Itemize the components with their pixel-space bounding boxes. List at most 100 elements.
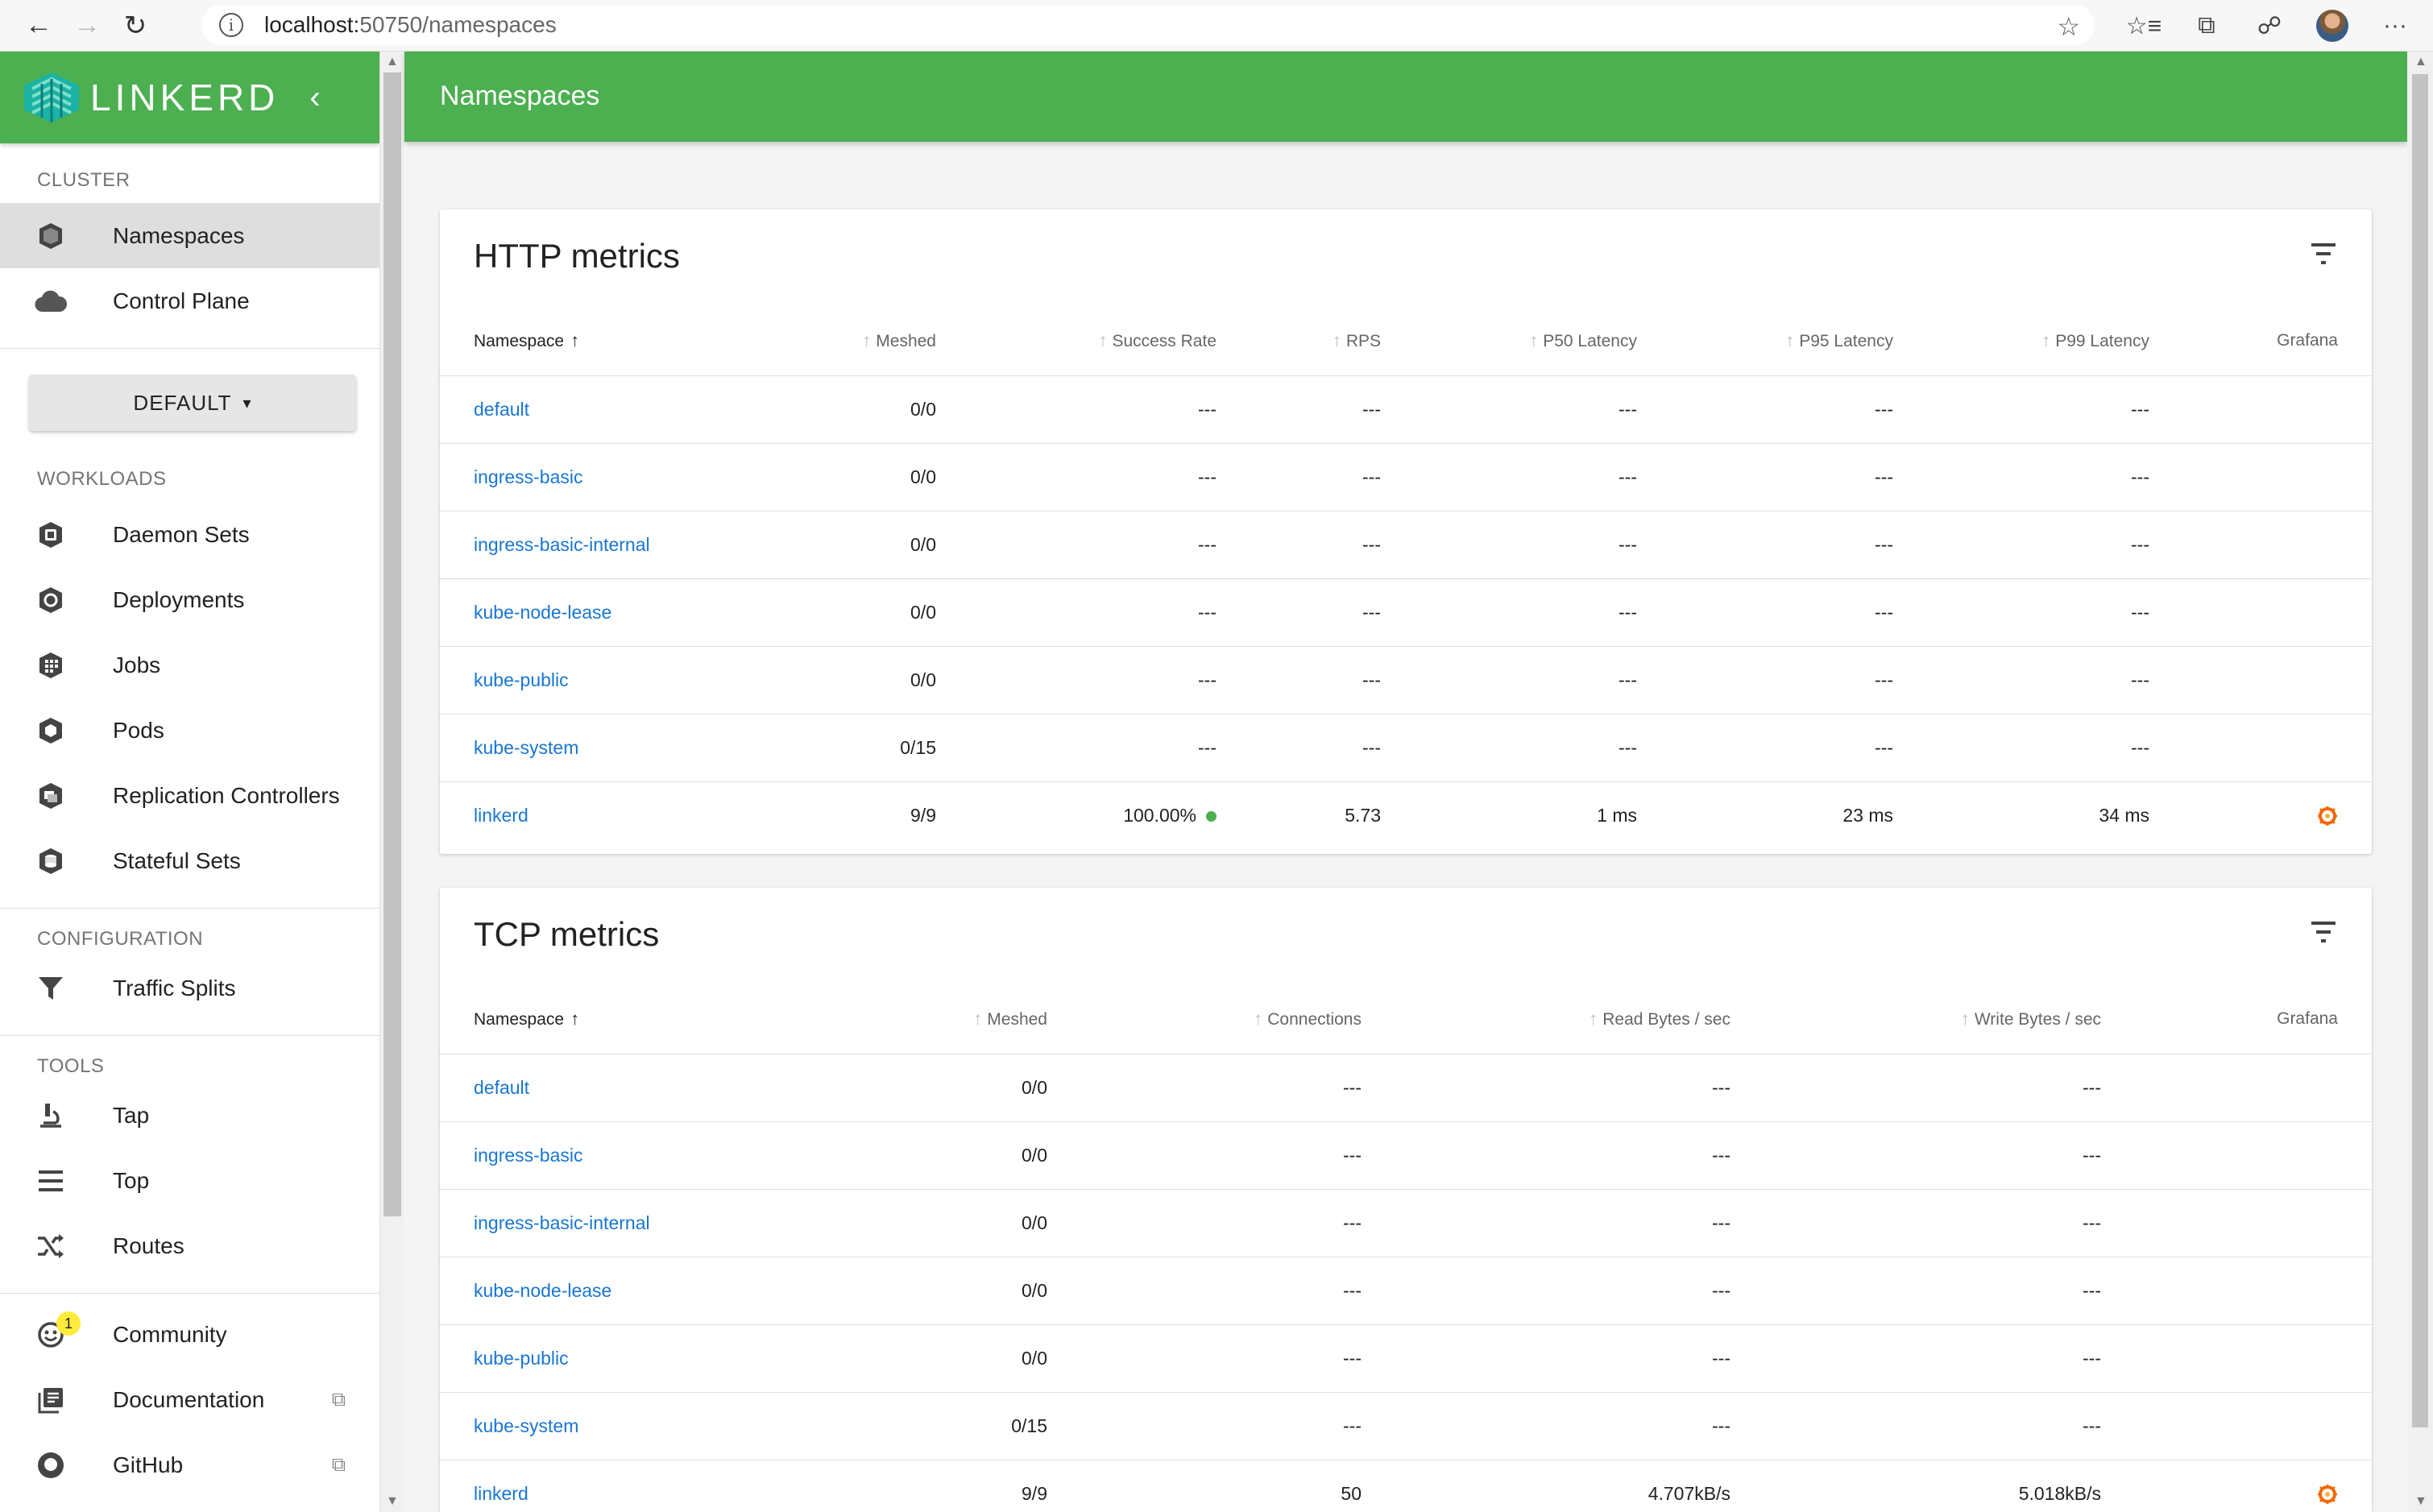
page-scroll-thumb[interactable] bbox=[2412, 74, 2428, 1427]
meshed-cell: 0/0 bbox=[746, 646, 970, 715]
namespace-link[interactable]: ingress-basic bbox=[440, 1121, 762, 1190]
sidebar-item-traffic-splits[interactable]: Traffic Splits bbox=[0, 955, 379, 1021]
p95-cell: --- bbox=[1671, 443, 1927, 512]
scroll-up-arrow-icon[interactable]: ▲ bbox=[2414, 55, 2427, 69]
sidebar-item-daemon-sets[interactable]: Daemon Sets bbox=[0, 502, 379, 567]
p50-cell: --- bbox=[1415, 511, 1671, 579]
favorites-icon[interactable]: ☆≡ bbox=[2112, 2, 2175, 50]
sidebar-item-tap[interactable]: Tap bbox=[0, 1083, 379, 1148]
column-header-read-bytes[interactable]: ↑ Read Bytes / sec bbox=[1395, 984, 1764, 1054]
brand-wordmark: LINKERD bbox=[90, 77, 280, 118]
p50-cell: 1 ms bbox=[1597, 804, 1637, 826]
feedback-icon[interactable]: ☍ bbox=[2238, 2, 2301, 50]
success-rate-cell: --- bbox=[970, 578, 1250, 647]
column-header-namespace[interactable]: Namespace ↑ bbox=[440, 984, 762, 1054]
namespace-link[interactable]: default bbox=[440, 1054, 762, 1122]
connections-cell: --- bbox=[1081, 1392, 1395, 1460]
tcp-metrics-table: Namespace ↑ ↑ Meshed ↑ Connections ↑ Read By… bbox=[440, 984, 2372, 1512]
sidebar-item-replication-controllers[interactable]: Replication Controllers bbox=[0, 763, 379, 828]
scroll-down-arrow-icon[interactable]: ▼ bbox=[386, 1494, 399, 1509]
column-header-meshed[interactable]: ↑ Meshed bbox=[746, 306, 970, 376]
filter-columns-icon[interactable] bbox=[2309, 242, 2338, 266]
connections-cell: --- bbox=[1081, 1324, 1395, 1393]
sidebar-item-namespaces[interactable]: Namespaces bbox=[0, 203, 379, 268]
sidebar-item-label: Routes bbox=[113, 1232, 184, 1258]
sidebar-item-label: Daemon Sets bbox=[113, 521, 250, 547]
namespace-link[interactable]: ingress-basic-internal bbox=[440, 1189, 762, 1257]
sidebar-item-pods[interactable]: Pods bbox=[0, 698, 379, 763]
p50-cell: --- bbox=[1415, 443, 1671, 512]
collapse-sidebar-icon[interactable]: ‹ bbox=[309, 80, 320, 116]
namespace-link[interactable]: kube-public bbox=[440, 646, 746, 715]
namespace-link[interactable]: kube-system bbox=[440, 1392, 762, 1460]
sidebar-item-documentation[interactable]: Documentation ⧉ bbox=[0, 1367, 379, 1432]
read-bytes-cell: --- bbox=[1395, 1392, 1764, 1460]
rps-cell: --- bbox=[1250, 511, 1415, 579]
sidebar-item-control-plane[interactable]: Control Plane bbox=[0, 268, 379, 333]
column-header-p50[interactable]: ↑ P50 Latency bbox=[1415, 306, 1671, 376]
namespace-selector-button[interactable]: DEFAULT ▾ bbox=[29, 375, 356, 431]
page-header: Namespaces bbox=[404, 52, 2407, 142]
table-row: ingress-basic-internal 0/0 --- --- --- bbox=[440, 1189, 2372, 1257]
more-menu-icon[interactable]: ··· bbox=[2364, 2, 2427, 50]
column-header-success-rate[interactable]: ↑ Success Rate bbox=[970, 306, 1250, 376]
column-header-rps[interactable]: ↑ RPS bbox=[1250, 306, 1415, 376]
cloud-icon bbox=[34, 284, 68, 318]
grafana-cell bbox=[2183, 578, 2372, 647]
sidebar-item-jobs[interactable]: Jobs bbox=[0, 632, 379, 698]
p99-cell: 34 ms bbox=[2099, 804, 2149, 826]
column-header-p99[interactable]: ↑ P99 Latency bbox=[1927, 306, 2183, 376]
write-bytes-cell: --- bbox=[1764, 1392, 2135, 1460]
p50-cell: --- bbox=[1415, 714, 1671, 782]
read-bytes-cell: 4.707kB/s bbox=[1395, 1460, 1764, 1512]
browser-toolbar: ← → ↻ i localhost: 50750/namespaces ☆ ☆≡ … bbox=[0, 0, 2433, 52]
column-header-meshed[interactable]: ↑ Meshed bbox=[762, 984, 1081, 1054]
list-lines-icon bbox=[34, 1164, 68, 1198]
read-bytes-cell: --- bbox=[1395, 1324, 1764, 1393]
grafana-icon[interactable] bbox=[2317, 1484, 2338, 1505]
p50-cell: --- bbox=[1415, 578, 1671, 647]
reload-icon[interactable]: ↻ bbox=[111, 2, 160, 50]
sort-ascending-icon: ↑ bbox=[570, 329, 580, 350]
forward-icon[interactable]: → bbox=[63, 2, 111, 50]
meshed-cell: 0/15 bbox=[746, 714, 970, 782]
scroll-up-arrow-icon[interactable]: ▲ bbox=[386, 55, 399, 69]
daemonset-icon bbox=[34, 518, 68, 552]
namespace-link[interactable]: kube-public bbox=[440, 1324, 762, 1393]
collections-icon[interactable]: ⧉ bbox=[2175, 2, 2238, 50]
profile-avatar[interactable] bbox=[2301, 2, 2364, 50]
namespace-link[interactable]: ingress-basic-internal bbox=[440, 511, 746, 579]
namespace-link[interactable]: linkerd bbox=[440, 1460, 762, 1512]
column-header-connections[interactable]: ↑ Connections bbox=[1081, 984, 1395, 1054]
grafana-icon[interactable] bbox=[2317, 806, 2338, 826]
site-info-icon[interactable]: i bbox=[219, 13, 243, 37]
favorite-star-icon[interactable]: ☆ bbox=[2057, 11, 2080, 42]
namespace-link[interactable]: kube-node-lease bbox=[440, 578, 746, 647]
sidebar-item-community[interactable]: 1 Community bbox=[0, 1302, 379, 1367]
filter-columns-icon[interactable] bbox=[2309, 920, 2338, 944]
namespace-link[interactable]: kube-system bbox=[440, 714, 746, 782]
caret-down-icon: ▾ bbox=[242, 394, 252, 412]
page-scrollbar[interactable]: ▲ ▼ bbox=[2407, 52, 2433, 1512]
column-header-write-bytes[interactable]: ↑ Write Bytes / sec bbox=[1764, 984, 2135, 1054]
sidebar-scrollbar[interactable]: ▲ ▼ bbox=[380, 52, 404, 1512]
column-header-namespace[interactable]: Namespace ↑ bbox=[440, 306, 746, 376]
sidebar-scroll-thumb[interactable] bbox=[383, 72, 401, 1216]
address-bar[interactable]: i localhost: 50750/namespaces ☆ bbox=[201, 5, 2095, 45]
sidebar-item-top[interactable]: Top bbox=[0, 1148, 379, 1213]
sidebar-item-label: Stateful Sets bbox=[113, 847, 241, 873]
sort-arrow-icon: ↑ bbox=[1785, 329, 1795, 350]
grafana-cell bbox=[2135, 1460, 2372, 1512]
sidebar-item-routes[interactable]: Routes bbox=[0, 1213, 379, 1278]
column-header-p95[interactable]: ↑ P95 Latency bbox=[1671, 306, 1927, 376]
sidebar-item-stateful-sets[interactable]: Stateful Sets bbox=[0, 828, 379, 893]
back-icon[interactable]: ← bbox=[15, 2, 63, 50]
scroll-down-arrow-icon[interactable]: ▼ bbox=[2414, 1494, 2427, 1509]
namespace-link[interactable]: linkerd bbox=[440, 781, 746, 849]
sidebar-item-deployments[interactable]: Deployments bbox=[0, 567, 379, 632]
namespace-link[interactable]: ingress-basic bbox=[440, 443, 746, 512]
write-bytes-cell: --- bbox=[1764, 1189, 2135, 1257]
namespace-link[interactable]: default bbox=[440, 375, 746, 444]
sidebar-item-github[interactable]: GitHub ⧉ bbox=[0, 1432, 379, 1498]
namespace-link[interactable]: kube-node-lease bbox=[440, 1257, 762, 1325]
